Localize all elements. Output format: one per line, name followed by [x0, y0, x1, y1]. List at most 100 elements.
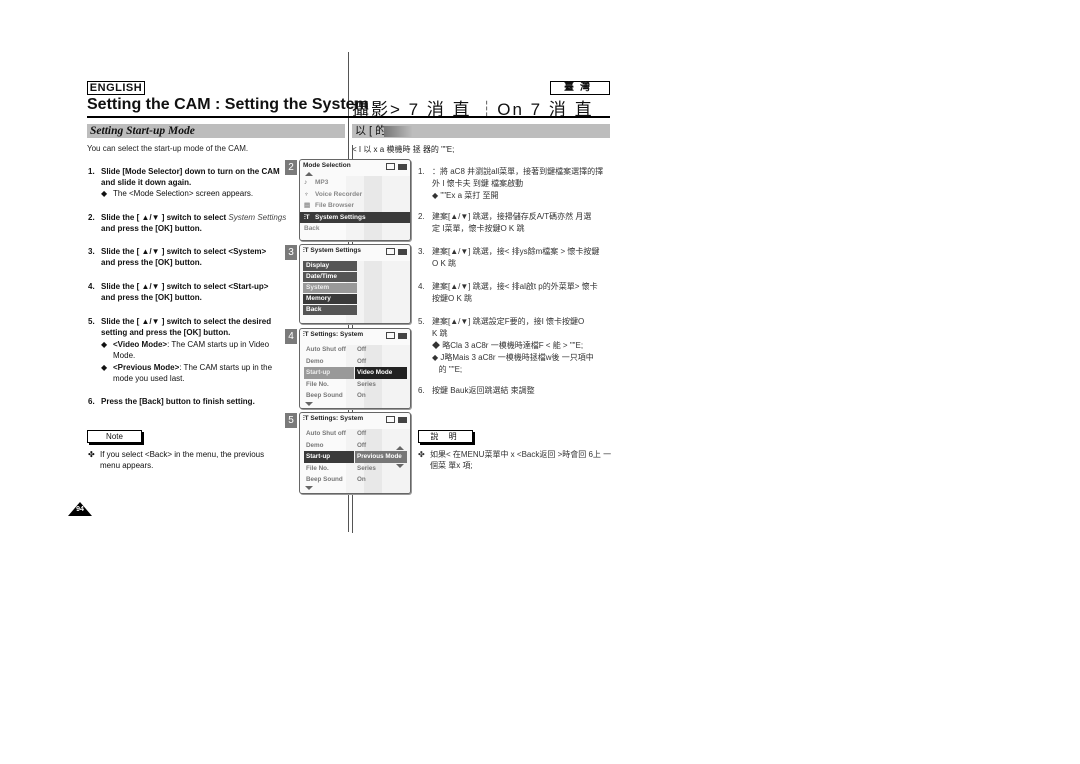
intro-text-zh: < I 以 x a 模機時 拯 器的 ""E;: [352, 145, 455, 154]
diamond-bullet-icon: ◆: [432, 341, 443, 350]
screen-settings-system-previous: ⫶T Settings: System Auto Shut off Off Dem…: [299, 412, 411, 494]
setting-row-beep-sound[interactable]: Beep Sound On: [300, 474, 410, 486]
battery-icon: [398, 332, 407, 339]
scroll-down-icon[interactable]: [305, 401, 313, 406]
step-2: 2. Slide the [ ▲/▼ ] switch to select Sys…: [88, 213, 287, 233]
microphone-icon: ♆: [304, 190, 309, 198]
step-5: 5. Slide the [ ▲/▼ ] switch to select the…: [88, 316, 283, 338]
zh-step-1: 1. ：將 aC8 井瀏說all菜單，接著到鍵檔案選擇的擇 外 I 懷卡夫 到鍵 …: [418, 167, 604, 200]
step-5-option-previous: ◆ <Previous Mode>: The CAM starts up in t…: [101, 363, 273, 383]
clover-bullet-icon: ✤: [418, 450, 425, 459]
system-settings-term: System Settings: [228, 213, 287, 222]
option-down-icon[interactable]: [396, 463, 404, 468]
folder-icon: ▤: [304, 202, 311, 209]
setting-row-demo[interactable]: Demo Off: [300, 440, 410, 452]
setting-row-demo[interactable]: Demo Off: [300, 356, 410, 368]
screen-system-settings: ⫶T System Settings Display Date/Time Sys…: [299, 244, 411, 324]
step-text: Press the [Back] button to finish settin…: [101, 397, 255, 406]
status-icons: [386, 416, 407, 423]
note-text-zh: ✤ 如果< 在MENU菜單中 x <Back返回 >時會回 6上 一個菜 單x 項…: [418, 450, 612, 470]
screen-badge: 5: [285, 413, 297, 428]
scroll-down-icon[interactable]: [305, 485, 313, 490]
note-label-zh: 說 明: [418, 430, 473, 443]
intro-text-en: You can select the start-up mode of the …: [87, 144, 249, 153]
step-text: Slide the [ ▲/▼ ] switch to select <Syst…: [101, 247, 267, 267]
step-5-option-video: ◆ <Video Mode>: The CAM starts up in Vide…: [101, 340, 270, 360]
setting-row-start-up[interactable]: Start-up Video Mode: [300, 367, 410, 379]
zh-step-3: 3. 建案[▲/▼] 跳選，接< 排ys餘m檔案 > 懷卡按鍵 O K 跳: [418, 247, 600, 268]
setting-row-auto-shut-off[interactable]: Auto Shut off Off: [300, 344, 410, 356]
screen-mode-selection: Mode Selection ♪ MP3 ♆ Voice Recorder ▤ Fil…: [299, 159, 411, 241]
step-number: 1.: [88, 167, 95, 176]
clover-bullet-icon: ✤: [88, 450, 95, 459]
setting-row-file-no[interactable]: File No. Series: [300, 463, 410, 475]
step-text: Slide the [ ▲/▼ ] switch to select the d…: [101, 317, 272, 337]
menu-item-system-settings[interactable]: ⫶T System Settings: [300, 211, 410, 223]
section-title-en: Setting Start-up Mode: [90, 125, 195, 137]
step-number: 4.: [88, 282, 95, 291]
diamond-bullet-icon: ◆: [101, 189, 108, 198]
zh-step-2: 2. 建案[▲/▼] 跳選，接掃儲存反A/T碼亦然 月選 定 I菜單，懷卡按鍵O …: [418, 212, 592, 233]
step-1-note: ◆ The <Mode Selection> screen appears.: [101, 189, 254, 198]
diamond-bullet-icon: ◆: [101, 363, 108, 372]
menu-item-back[interactable]: Back: [300, 223, 410, 235]
screen-badge: 3: [285, 245, 297, 260]
memory-card-icon: [386, 332, 395, 339]
zh-step-5: 5. 建案[▲/▼] 跳選設定F要的，接I 懷卡按鍵O K 跳 ◆ 略Cla 3 …: [418, 317, 594, 374]
step-text: Slide [Mode Selector] down to turn on th…: [101, 167, 280, 187]
section-title-zh: 以 [ 的: [355, 125, 387, 137]
battery-icon: [398, 416, 407, 423]
menu-item-memory[interactable]: Memory: [303, 294, 357, 304]
zh-step-4: 4. 建案[▲/▼] 跳選，接< 排al啟t p的外菜單> 懷卡 按鍵O K 跳: [418, 282, 598, 303]
menu-item-mp3[interactable]: ♪ MP3: [300, 177, 410, 189]
section-title-graphic: [384, 126, 412, 137]
menu-item-date-time[interactable]: Date/Time: [303, 272, 357, 282]
scroll-up-icon[interactable]: [305, 172, 313, 176]
connector-line: [352, 493, 353, 533]
step-text: Slide the [ ▲/▼ ] switch to select <Star…: [101, 282, 269, 302]
setting-row-auto-shut-off[interactable]: Auto Shut off Off: [300, 428, 410, 440]
setting-row-beep-sound[interactable]: Beep Sound On: [300, 390, 410, 402]
page-number: 94: [76, 506, 84, 513]
step-number: 3.: [88, 247, 95, 256]
step-4: 4. Slide the [ ▲/▼ ] switch to select <St…: [88, 281, 283, 303]
menu-item-system[interactable]: System: [303, 283, 357, 293]
title-rule: [87, 116, 610, 118]
screen-title: ⫶T System Settings: [300, 245, 410, 257]
note-text-en: ✤ If you select <Back> in the menu, the p…: [88, 450, 265, 470]
screen-badge: 2: [285, 160, 297, 175]
screen-title: Mode Selection: [300, 160, 410, 172]
screen-settings-system-video: ⫶T Settings: System Auto Shut off Off Dem…: [299, 328, 411, 409]
diamond-bullet-icon: ◆: [101, 340, 108, 349]
memory-card-icon: [386, 248, 395, 255]
region-label: 臺灣: [550, 81, 610, 95]
settings-icon: ⫶T: [304, 213, 310, 221]
step-number: 5.: [88, 317, 95, 326]
menu-item-voice-recorder[interactable]: ♆ Voice Recorder: [300, 189, 410, 201]
menu-item-file-browser[interactable]: ▤ File Browser: [300, 200, 410, 212]
option-up-icon[interactable]: [396, 445, 404, 450]
status-icons: [386, 332, 407, 339]
screen-badge: 4: [285, 329, 297, 344]
menu-item-back[interactable]: Back: [303, 305, 357, 315]
screen-title: ⫶T Settings: System: [300, 329, 410, 341]
setting-row-file-no[interactable]: File No. Series: [300, 379, 410, 391]
battery-icon: [398, 248, 407, 255]
menu-item-display[interactable]: Display: [303, 261, 357, 271]
status-icons: [386, 248, 407, 255]
music-note-icon: ♪: [304, 179, 308, 186]
step-3: 3. Slide the [ ▲/▼ ] switch to select <Sy…: [88, 246, 283, 268]
setting-row-start-up[interactable]: Start-up Previous Mode: [300, 451, 410, 463]
step-1: 1. Slide [Mode Selector] down to turn on …: [88, 166, 288, 188]
battery-icon: [398, 163, 407, 170]
page-title-en: Setting the CAM : Setting the System: [87, 96, 369, 113]
screen-title: ⫶T Settings: System: [300, 413, 410, 425]
language-label: ENGLISH: [87, 81, 145, 95]
zh-step-6: 6. 按鍵 Bauk返回跳選結 束調整: [418, 386, 535, 395]
connector-line: [352, 145, 353, 159]
status-icons: [386, 163, 407, 170]
memory-card-icon: [386, 163, 395, 170]
step-number: 2.: [88, 213, 95, 222]
note-label-en: Note: [87, 430, 142, 443]
step-6: 6. Press the [Back] button to finish sett…: [88, 396, 288, 407]
